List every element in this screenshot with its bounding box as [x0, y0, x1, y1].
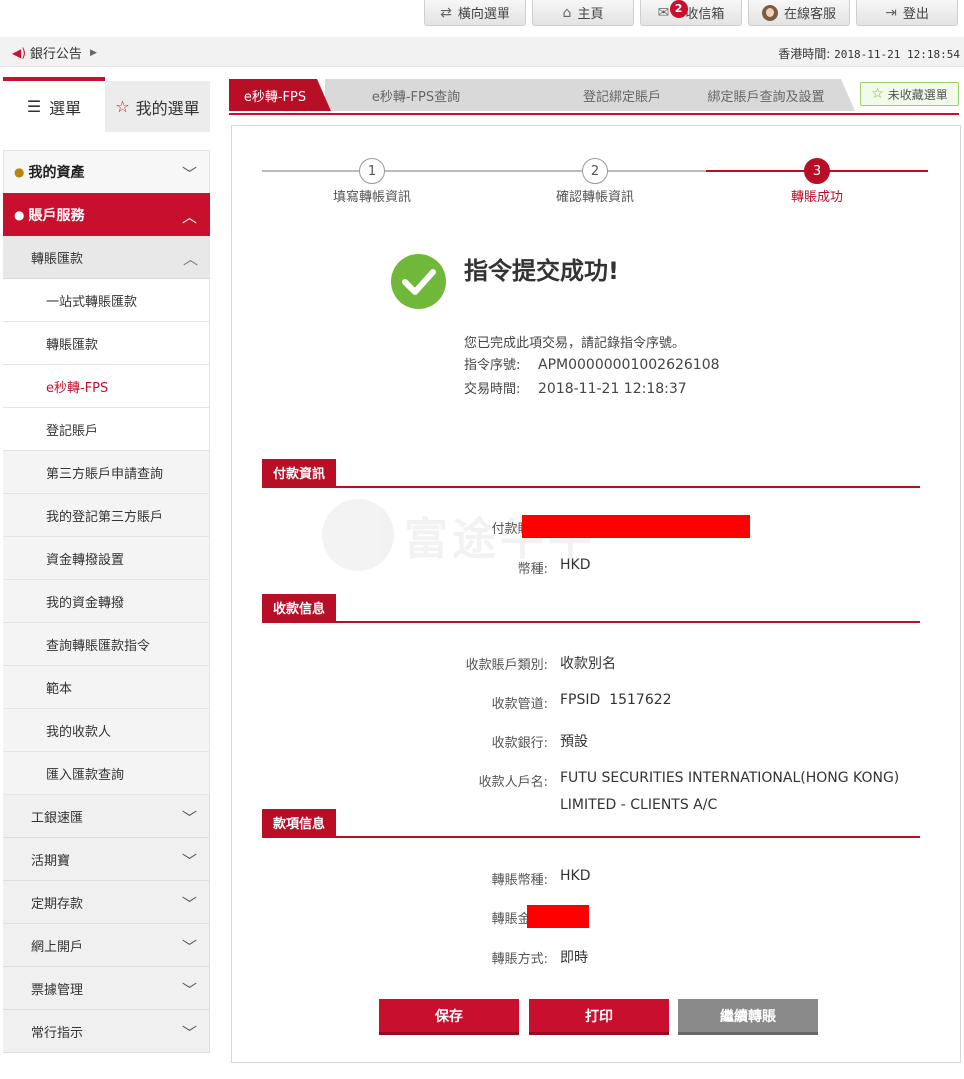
add-favorite-button[interactable]: ☆ 未收藏選單: [860, 82, 959, 106]
star-outline-icon: ☆: [115, 97, 130, 116]
chevron-down-icon: ﹀: [181, 895, 197, 913]
sidebar-item-inward-remittance[interactable]: 匯入匯款查詢: [3, 752, 210, 795]
bank-announcement-link[interactable]: ◀) 銀行公告 ▶: [12, 43, 97, 63]
sidebar-group-icbc-express[interactable]: 工銀速匯 ﹀: [3, 795, 210, 838]
chevron-up-icon: ︿: [182, 250, 198, 268]
tab-my-menu[interactable]: ☆ 我的選單: [105, 81, 210, 132]
receiver-type-row: 收款賬戶類別: 收款別名: [465, 656, 616, 673]
success-title: 指令提交成功!: [464, 257, 619, 285]
print-button[interactable]: 打印: [529, 999, 669, 1035]
sidebar-item-templates[interactable]: 範本: [3, 666, 210, 709]
sidebar-item-register-account[interactable]: 登記賬戶: [3, 408, 210, 451]
inbox-count-badge: 2: [669, 0, 688, 18]
step-3-circle: 3: [804, 158, 830, 184]
sidebar-item-transfer[interactable]: 轉賬匯款: [3, 322, 210, 365]
step-2-circle: 2: [582, 158, 608, 184]
sidebar-item-fps[interactable]: e秒轉-FPS: [3, 365, 210, 408]
chevron-down-icon: ﹀: [181, 1024, 197, 1042]
sidebar-group-standing-instructions[interactable]: 常行指示 ﹀: [3, 1010, 210, 1053]
redacted-account-number: [522, 515, 750, 538]
sidebar-item-my-fund-transfer[interactable]: 我的資金轉撥: [3, 580, 210, 623]
top-bar: ⇄ 橫向選單 ⌂ 主頁 ✉ 2 收信箱 在線客服 ⇥ 登出: [0, 0, 964, 36]
sidebar-item-my-third-party[interactable]: 我的登記第三方賬戶: [3, 494, 210, 537]
sidebar-section-assets[interactable]: ● 我的資產 ﹀: [3, 150, 210, 193]
user-icon: ●: [14, 208, 25, 222]
sidebar: ☰ 選單 ☆ 我的選單 ● 我的資產 ﹀ ● 賬戶服務 ︿ 轉賬匯款 ︿ 一站式…: [3, 77, 210, 1069]
payment-currency-row: 幣種: HKD: [517, 557, 591, 577]
tab-fps-query[interactable]: e秒轉-FPS查詢: [325, 79, 567, 111]
money-bag-icon: ●: [14, 165, 25, 179]
funds-currency-row: 轉賬幣種: HKD: [491, 868, 591, 888]
funds-section-header: 款項信息: [262, 809, 920, 838]
sidebar-group-bills[interactable]: 票據管理 ﹀: [3, 967, 210, 1010]
receiver-bank-row: 收款銀行: 預設: [491, 734, 588, 751]
chevron-down-icon: ﹀: [181, 809, 197, 827]
save-button[interactable]: 保存: [379, 999, 519, 1035]
tab-menu[interactable]: ☰ 選單: [3, 77, 105, 132]
sidebar-item-query-instructions[interactable]: 查詢轉賬匯款指令: [3, 623, 210, 666]
caret-right-icon: ▶: [89, 47, 97, 58]
success-check-icon: [391, 254, 446, 309]
step-2-label: 確認轉帳資訊: [555, 190, 634, 205]
sidebar-group-savings[interactable]: 活期寶 ﹀: [3, 838, 210, 881]
swap-arrows-icon: ⇄: [440, 4, 452, 21]
sidebar-group-online-open[interactable]: 網上開戶 ﹀: [3, 924, 210, 967]
sidebar-item-fund-transfer-settings[interactable]: 資金轉撥設置: [3, 537, 210, 580]
announcement-bar: ◀) 銀行公告 ▶ 香港時間: 2018-11-21 12:18:54: [0, 37, 964, 67]
step-1-label: 填寫轉帳資訊: [332, 190, 411, 205]
step-3-label: 轉賬成功: [790, 190, 843, 205]
chevron-down-icon: ﹀: [181, 981, 197, 999]
agent-avatar-icon: [761, 4, 778, 21]
hk-time: 香港時間: 2018-11-21 12:18:54: [778, 47, 960, 61]
sequence-number: APM00000001002626108: [538, 357, 720, 373]
main-tabs: 綁定賬戶查詢及設置 登記綁定賬戶 e秒轉-FPS查詢 e秒轉-FPS ☆ 未收藏…: [229, 79, 959, 115]
record-note: 您已完成此項交易，請記錄指令序號。: [464, 336, 686, 351]
chevron-down-icon: ﹀: [181, 852, 197, 870]
logout-button[interactable]: ⇥ 登出: [856, 0, 958, 26]
tab-register-bound-account[interactable]: 登記綁定賬戶: [551, 79, 693, 111]
logout-icon: ⇥: [885, 4, 897, 21]
payment-account-row: 付款賬號:: [262, 515, 920, 540]
chevron-down-icon: ﹀: [181, 165, 197, 183]
sidebar-item-third-party-query[interactable]: 第三方賬戶申請查詢: [3, 451, 210, 494]
star-outline-icon: ☆: [871, 86, 884, 102]
tab-bound-account-query[interactable]: 綁定賬戶查詢及設置: [677, 79, 855, 111]
step-progress-track: [262, 170, 706, 172]
payment-section-header: 付款資訊: [262, 459, 920, 488]
chevron-up-icon: ︿: [181, 208, 197, 226]
funds-mode-row: 轉賬方式: 即時: [491, 950, 588, 967]
funds-amount-row: 轉賬金額:: [262, 905, 920, 930]
content-panel: 1 填寫轉帳資訊 2 確認轉帳資訊 3 轉賬成功 指令提交成功! 您已完成此項交…: [231, 125, 961, 1063]
sequence-number-row: 指令序號: APM00000001002626108: [464, 357, 720, 373]
online-service-button[interactable]: 在線客服: [748, 0, 850, 26]
sidebar-sub-transfer[interactable]: 轉賬匯款 ︿: [3, 236, 210, 279]
redacted-amount: [527, 905, 589, 928]
list-icon: ☰: [26, 97, 42, 116]
receiver-section-header: 收款信息: [262, 594, 920, 623]
transaction-time: 2018-11-21 12:18:37: [538, 381, 687, 397]
sidebar-item-my-payees[interactable]: 我的收款人: [3, 709, 210, 752]
envelope-icon: ✉ 2: [658, 0, 688, 21]
continue-transfer-button[interactable]: 繼續轉賬: [678, 999, 818, 1035]
transaction-time-row: 交易時間: 2018-11-21 12:18:37: [464, 381, 687, 397]
home-icon: ⌂: [562, 4, 572, 21]
speaker-icon: ◀): [12, 45, 26, 60]
step-1-circle: 1: [359, 158, 385, 184]
sidebar-menu: ● 我的資產 ﹀ ● 賬戶服務 ︿ 轉賬匯款 ︿ 一站式轉賬匯款 轉賬匯款 e秒…: [3, 150, 210, 1053]
sidebar-section-account[interactable]: ● 賬戶服務 ︿: [3, 193, 210, 236]
sidebar-tabs: ☰ 選單 ☆ 我的選單: [3, 77, 210, 132]
tab-fps[interactable]: e秒轉-FPS: [229, 79, 331, 111]
inbox-button[interactable]: ✉ 2 收信箱: [640, 0, 742, 26]
chevron-down-icon: ﹀: [181, 938, 197, 956]
receiver-channel-row: 收款管道: FPSID 1517622: [491, 692, 672, 712]
horizontal-menu-button[interactable]: ⇄ 橫向選單: [424, 0, 526, 26]
home-button[interactable]: ⌂ 主頁: [532, 0, 634, 26]
sidebar-item-one-stop-transfer[interactable]: 一站式轉賬匯款: [3, 279, 210, 322]
sidebar-group-fixed-deposit[interactable]: 定期存款 ﹀: [3, 881, 210, 924]
